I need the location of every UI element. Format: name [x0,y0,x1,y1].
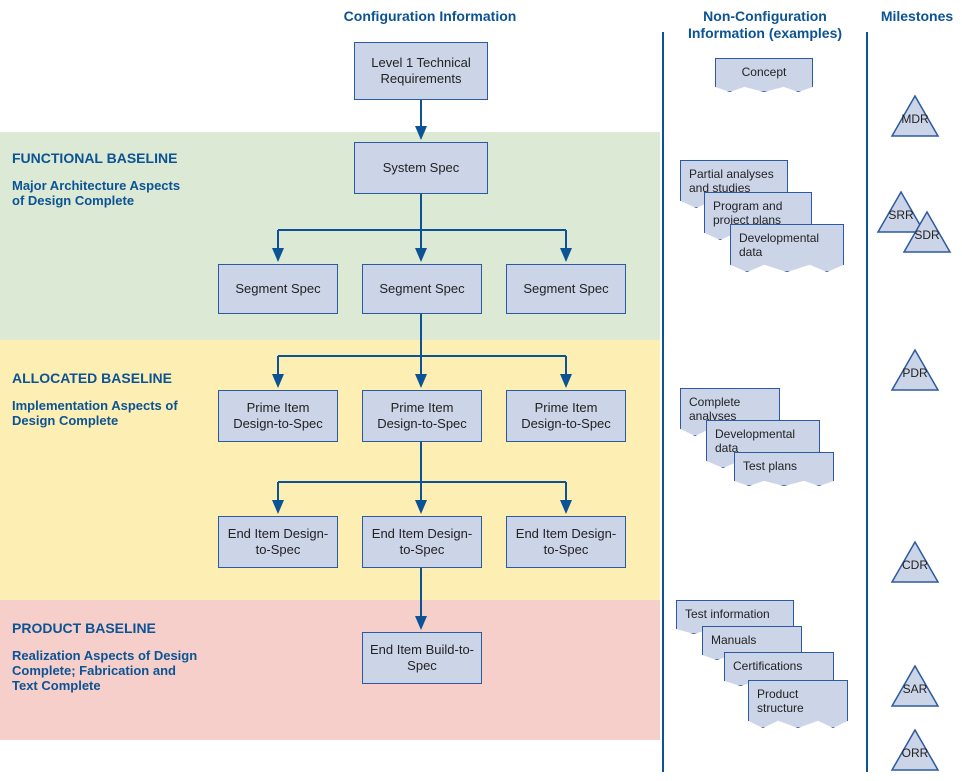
doc-manuals-label: Manuals [711,633,756,647]
doc-test-plans-label: Test plans [743,459,797,473]
milestone-sdr: SDR [902,210,952,254]
divider-1 [662,32,664,772]
node-endbuild: End Item Build-to-Spec [362,632,482,684]
divider-2 [866,32,868,772]
milestone-mdr: MDR [890,94,940,138]
doc-product-struct-label: Product structure [757,687,804,715]
node-level1: Level 1 Technical Requirements [354,42,488,100]
doc-partial-label: Partial analyses and studies [689,167,774,195]
doc-product-struct: Product structure [748,680,848,728]
node-segment-2: Segment Spec [362,264,482,314]
doc-complete-label: Complete analyses [689,395,740,423]
label-product-sub: Realization Aspects of Design Complete; … [12,648,202,693]
header-config: Configuration Information [300,8,560,24]
label-allocated: ALLOCATED BASELINE Implementation Aspect… [12,370,182,428]
label-allocated-title: ALLOCATED BASELINE [12,370,182,386]
label-functional-sub: Major Architecture Aspects of Design Com… [12,178,182,208]
milestone-orr-label: ORR [890,746,940,760]
doc-concept-label: Concept [742,65,787,79]
label-product: PRODUCT BASELINE Realization Aspects of … [12,620,202,693]
node-segment-3: Segment Spec [506,264,626,314]
node-system-spec: System Spec [354,142,488,194]
node-enddesign-2: End Item Design-to-Spec [362,516,482,568]
node-enddesign-3: End Item Design-to-Spec [506,516,626,568]
milestone-cdr-label: CDR [890,558,940,572]
milestone-sar: SAR [890,664,940,708]
doc-concept: Concept [715,58,813,92]
milestone-sdr-label: SDR [902,228,952,242]
doc-dev-data2-label: Developmental data [715,427,795,455]
milestone-cdr: CDR [890,540,940,584]
label-product-title: PRODUCT BASELINE [12,620,202,636]
milestone-mdr-label: MDR [890,112,940,126]
doc-test-plans: Test plans [734,452,834,486]
milestone-sar-label: SAR [890,682,940,696]
node-prime-1: Prime Item Design-to-Spec [218,390,338,442]
doc-program-plans-label: Program and project plans [713,199,782,227]
node-prime-2: Prime Item Design-to-Spec [362,390,482,442]
header-nonconfig: Non-Configuration Information (examples) [670,8,860,42]
label-functional: FUNCTIONAL BASELINE Major Architecture A… [12,150,182,208]
doc-dev-data1-label: Developmental data [739,231,819,259]
label-functional-title: FUNCTIONAL BASELINE [12,150,182,166]
node-segment-1: Segment Spec [218,264,338,314]
milestone-pdr-label: PDR [890,366,940,380]
milestone-pdr: PDR [890,348,940,392]
node-enddesign-1: End Item Design-to-Spec [218,516,338,568]
label-allocated-sub: Implementation Aspects of Design Complet… [12,398,182,428]
doc-dev-data1: Developmental data [730,224,844,272]
header-milestones: Milestones [872,8,962,24]
node-prime-3: Prime Item Design-to-Spec [506,390,626,442]
doc-certs-label: Certifications [733,659,802,673]
milestone-orr: ORR [890,728,940,772]
doc-test-info-label: Test information [685,607,770,621]
